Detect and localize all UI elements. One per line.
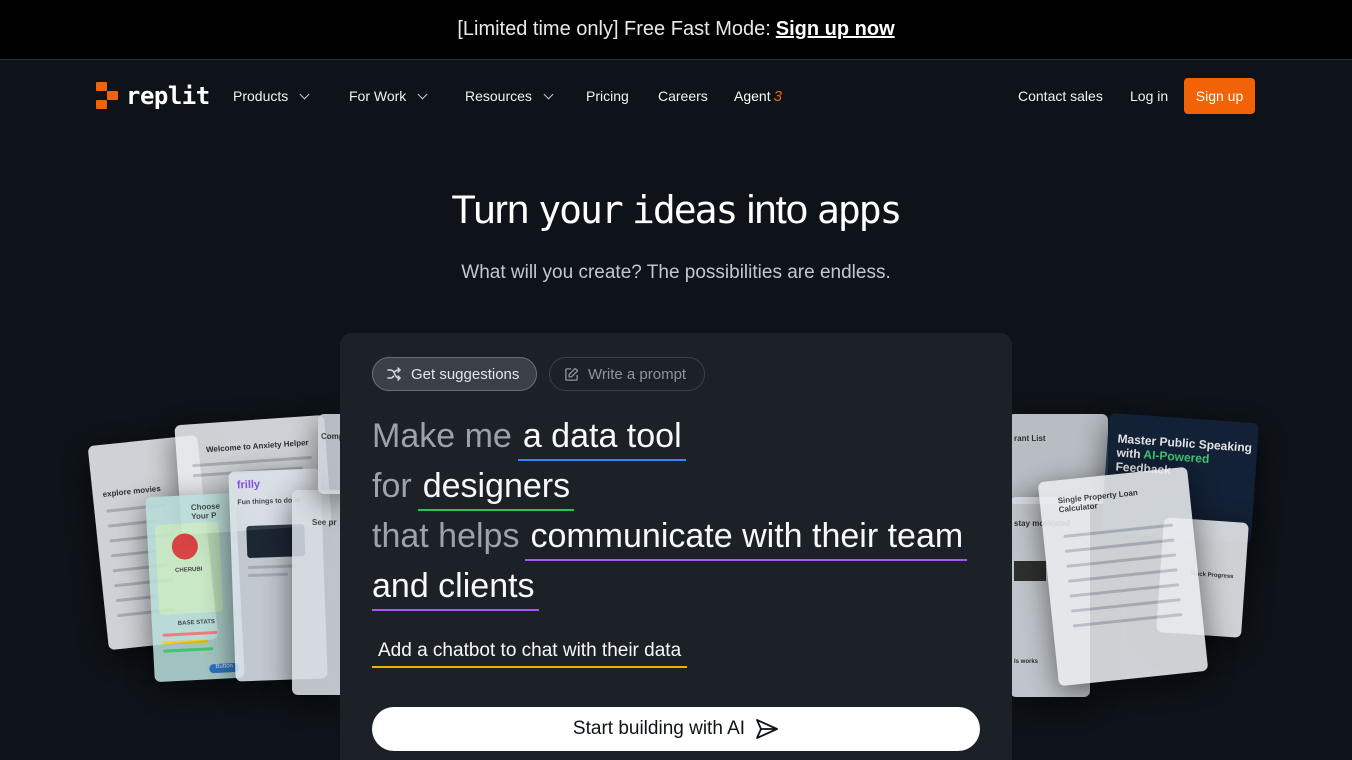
nav-products[interactable]: Products bbox=[233, 87, 310, 105]
preview-title: frilly bbox=[236, 478, 261, 492]
preview-title: Welcome to Anxiety Helper bbox=[205, 438, 309, 455]
promo-banner: [Limited time only] Free Fast Mode: Sign… bbox=[0, 0, 1352, 60]
nav-login[interactable]: Log in bbox=[1130, 87, 1168, 105]
nav-for-work[interactable]: For Work bbox=[349, 87, 428, 105]
prompt-option-feature[interactable]: Add a chatbot to chat with their data bbox=[372, 640, 688, 668]
prompt-static-text: that helps bbox=[372, 517, 520, 555]
hero-title-part: into bbox=[736, 188, 818, 232]
preview-title: See pr bbox=[312, 518, 337, 527]
prompt-static-text: for bbox=[372, 467, 412, 505]
prompt-line-3: that helps communicate with their team bbox=[372, 517, 968, 561]
preview-title: rant List bbox=[1014, 434, 1046, 443]
replit-logo-icon bbox=[96, 82, 120, 110]
stats-label: BASE STATS bbox=[177, 619, 216, 627]
chevron-down-icon bbox=[543, 89, 554, 99]
prompt-line-1: Make me a data tool bbox=[372, 417, 686, 461]
nav-resources[interactable]: Resources bbox=[465, 87, 554, 105]
banner-signup-link[interactable]: Sign up now bbox=[776, 18, 895, 41]
tab-write-prompt-label: Write a prompt bbox=[588, 365, 687, 383]
app-preview-loan: Single Property Loan Calculator bbox=[1037, 466, 1209, 687]
hero-title-part: Turn bbox=[451, 188, 539, 232]
signup-button[interactable]: Sign up bbox=[1184, 78, 1255, 114]
replit-logo[interactable]: replit bbox=[96, 82, 210, 110]
nav-contact-sales[interactable]: Contact sales bbox=[1018, 87, 1103, 105]
shuffle-icon bbox=[385, 365, 403, 383]
logo-wordmark: replit bbox=[126, 82, 210, 110]
top-nav: replit Products For Work Resources Prici… bbox=[0, 61, 1352, 131]
nav-pricing-label: Pricing bbox=[586, 88, 629, 104]
hero-title-mono: ideas bbox=[631, 188, 738, 232]
preview-title: Single Property Loan Calculator bbox=[1057, 488, 1139, 515]
nav-careers-label: Careers bbox=[658, 88, 708, 104]
prompt-option-app-type[interactable]: a data tool bbox=[517, 417, 686, 461]
tab-write-prompt[interactable]: Write a prompt bbox=[549, 357, 705, 391]
prompt-panel: Get suggestions Write a prompt Make me a … bbox=[340, 333, 1012, 760]
contact-sales-label: Contact sales bbox=[1018, 88, 1103, 104]
preview-subtitle: ls works bbox=[1014, 659, 1039, 665]
nav-for-work-label: For Work bbox=[349, 88, 407, 104]
prompt-option-purpose[interactable]: communicate with their team bbox=[525, 517, 968, 561]
start-building-button[interactable]: Start building with AI bbox=[372, 707, 980, 751]
start-building-label: Start building with AI bbox=[572, 718, 746, 739]
tab-get-suggestions-label: Get suggestions bbox=[411, 365, 520, 383]
prompt-option-purpose-cont[interactable]: and clients bbox=[372, 567, 539, 611]
prompt-option-audience[interactable]: designers bbox=[417, 467, 575, 511]
hero-title-part bbox=[622, 188, 632, 232]
chevron-down-icon bbox=[299, 89, 310, 99]
nav-products-label: Products bbox=[233, 88, 289, 104]
nav-careers[interactable]: Careers bbox=[658, 87, 708, 105]
login-label: Log in bbox=[1130, 88, 1169, 104]
nav-pricing[interactable]: Pricing bbox=[586, 87, 629, 105]
prompt-line-2: for designers bbox=[372, 467, 575, 511]
hero-title-mono: your bbox=[538, 188, 624, 232]
hero-subtitle: What will you create? The possibilities … bbox=[461, 262, 891, 283]
tab-get-suggestions[interactable]: Get suggestions bbox=[372, 357, 537, 391]
hero-title-mono: apps bbox=[817, 188, 903, 232]
nav-resources-label: Resources bbox=[465, 88, 532, 104]
chevron-down-icon bbox=[417, 89, 428, 99]
send-icon bbox=[755, 718, 779, 740]
prompt-static-text: Make me bbox=[372, 417, 512, 455]
edit-icon bbox=[562, 365, 580, 383]
banner-text: [Limited time only] Free Fast Mode: bbox=[457, 18, 771, 40]
nav-agent[interactable]: Agent 3 bbox=[734, 87, 782, 105]
nav-agent-label: Agent bbox=[734, 88, 771, 104]
agent-version-badge: 3 bbox=[773, 87, 782, 105]
hero-title: Turn your ideas into apps bbox=[0, 188, 1352, 233]
prompt-line-4: and clients bbox=[372, 567, 539, 611]
